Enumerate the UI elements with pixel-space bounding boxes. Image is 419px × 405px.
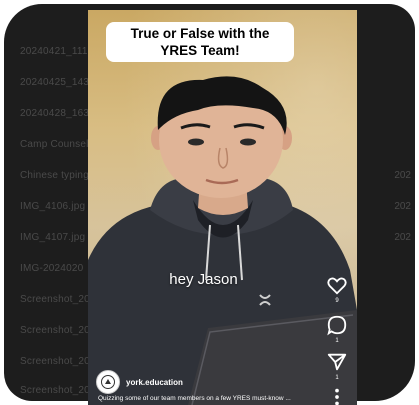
share-count: 1	[335, 375, 339, 381]
file-item-fragment: 202	[394, 170, 411, 181]
video-person-image	[88, 76, 357, 405]
file-item[interactable]: IMG_4106.jpg	[20, 201, 85, 212]
comment-icon[interactable]	[326, 314, 348, 336]
heart-icon[interactable]	[326, 274, 348, 296]
file-item[interactable]: Screenshot_202	[20, 385, 96, 396]
file-item[interactable]: Screenshot_202	[20, 356, 96, 367]
account-handle[interactable]: york.education	[126, 378, 183, 387]
york-education-logo-icon	[101, 375, 115, 389]
file-item[interactable]: Screenshot_202	[20, 294, 96, 305]
account-row[interactable]: york.education	[96, 370, 183, 394]
comment-count: 1	[335, 338, 339, 344]
file-item[interactable]: Screenshot_202	[20, 325, 96, 336]
reel-video[interactable]: True or False with the YRES Team! hey Ja…	[88, 10, 357, 405]
file-item[interactable]: IMG-2024020	[20, 263, 83, 274]
file-item[interactable]: IMG_4107.jpg	[20, 232, 85, 243]
reel-description[interactable]: Quizzing some of our team members on a f…	[98, 395, 318, 402]
share-icon[interactable]	[326, 351, 348, 373]
file-item[interactable]: Camp Counselo	[20, 139, 94, 150]
file-item-fragment: 202	[394, 201, 411, 212]
video-subtitle: hey Jason	[169, 271, 238, 288]
like-count: 9	[335, 298, 339, 304]
reel-title: True or False with the YRES Team!	[106, 22, 294, 62]
file-item-fragment: 202	[394, 232, 411, 243]
avatar[interactable]	[96, 370, 120, 394]
file-item[interactable]: Chinese typing	[20, 170, 89, 181]
more-icon[interactable]	[326, 386, 348, 405]
